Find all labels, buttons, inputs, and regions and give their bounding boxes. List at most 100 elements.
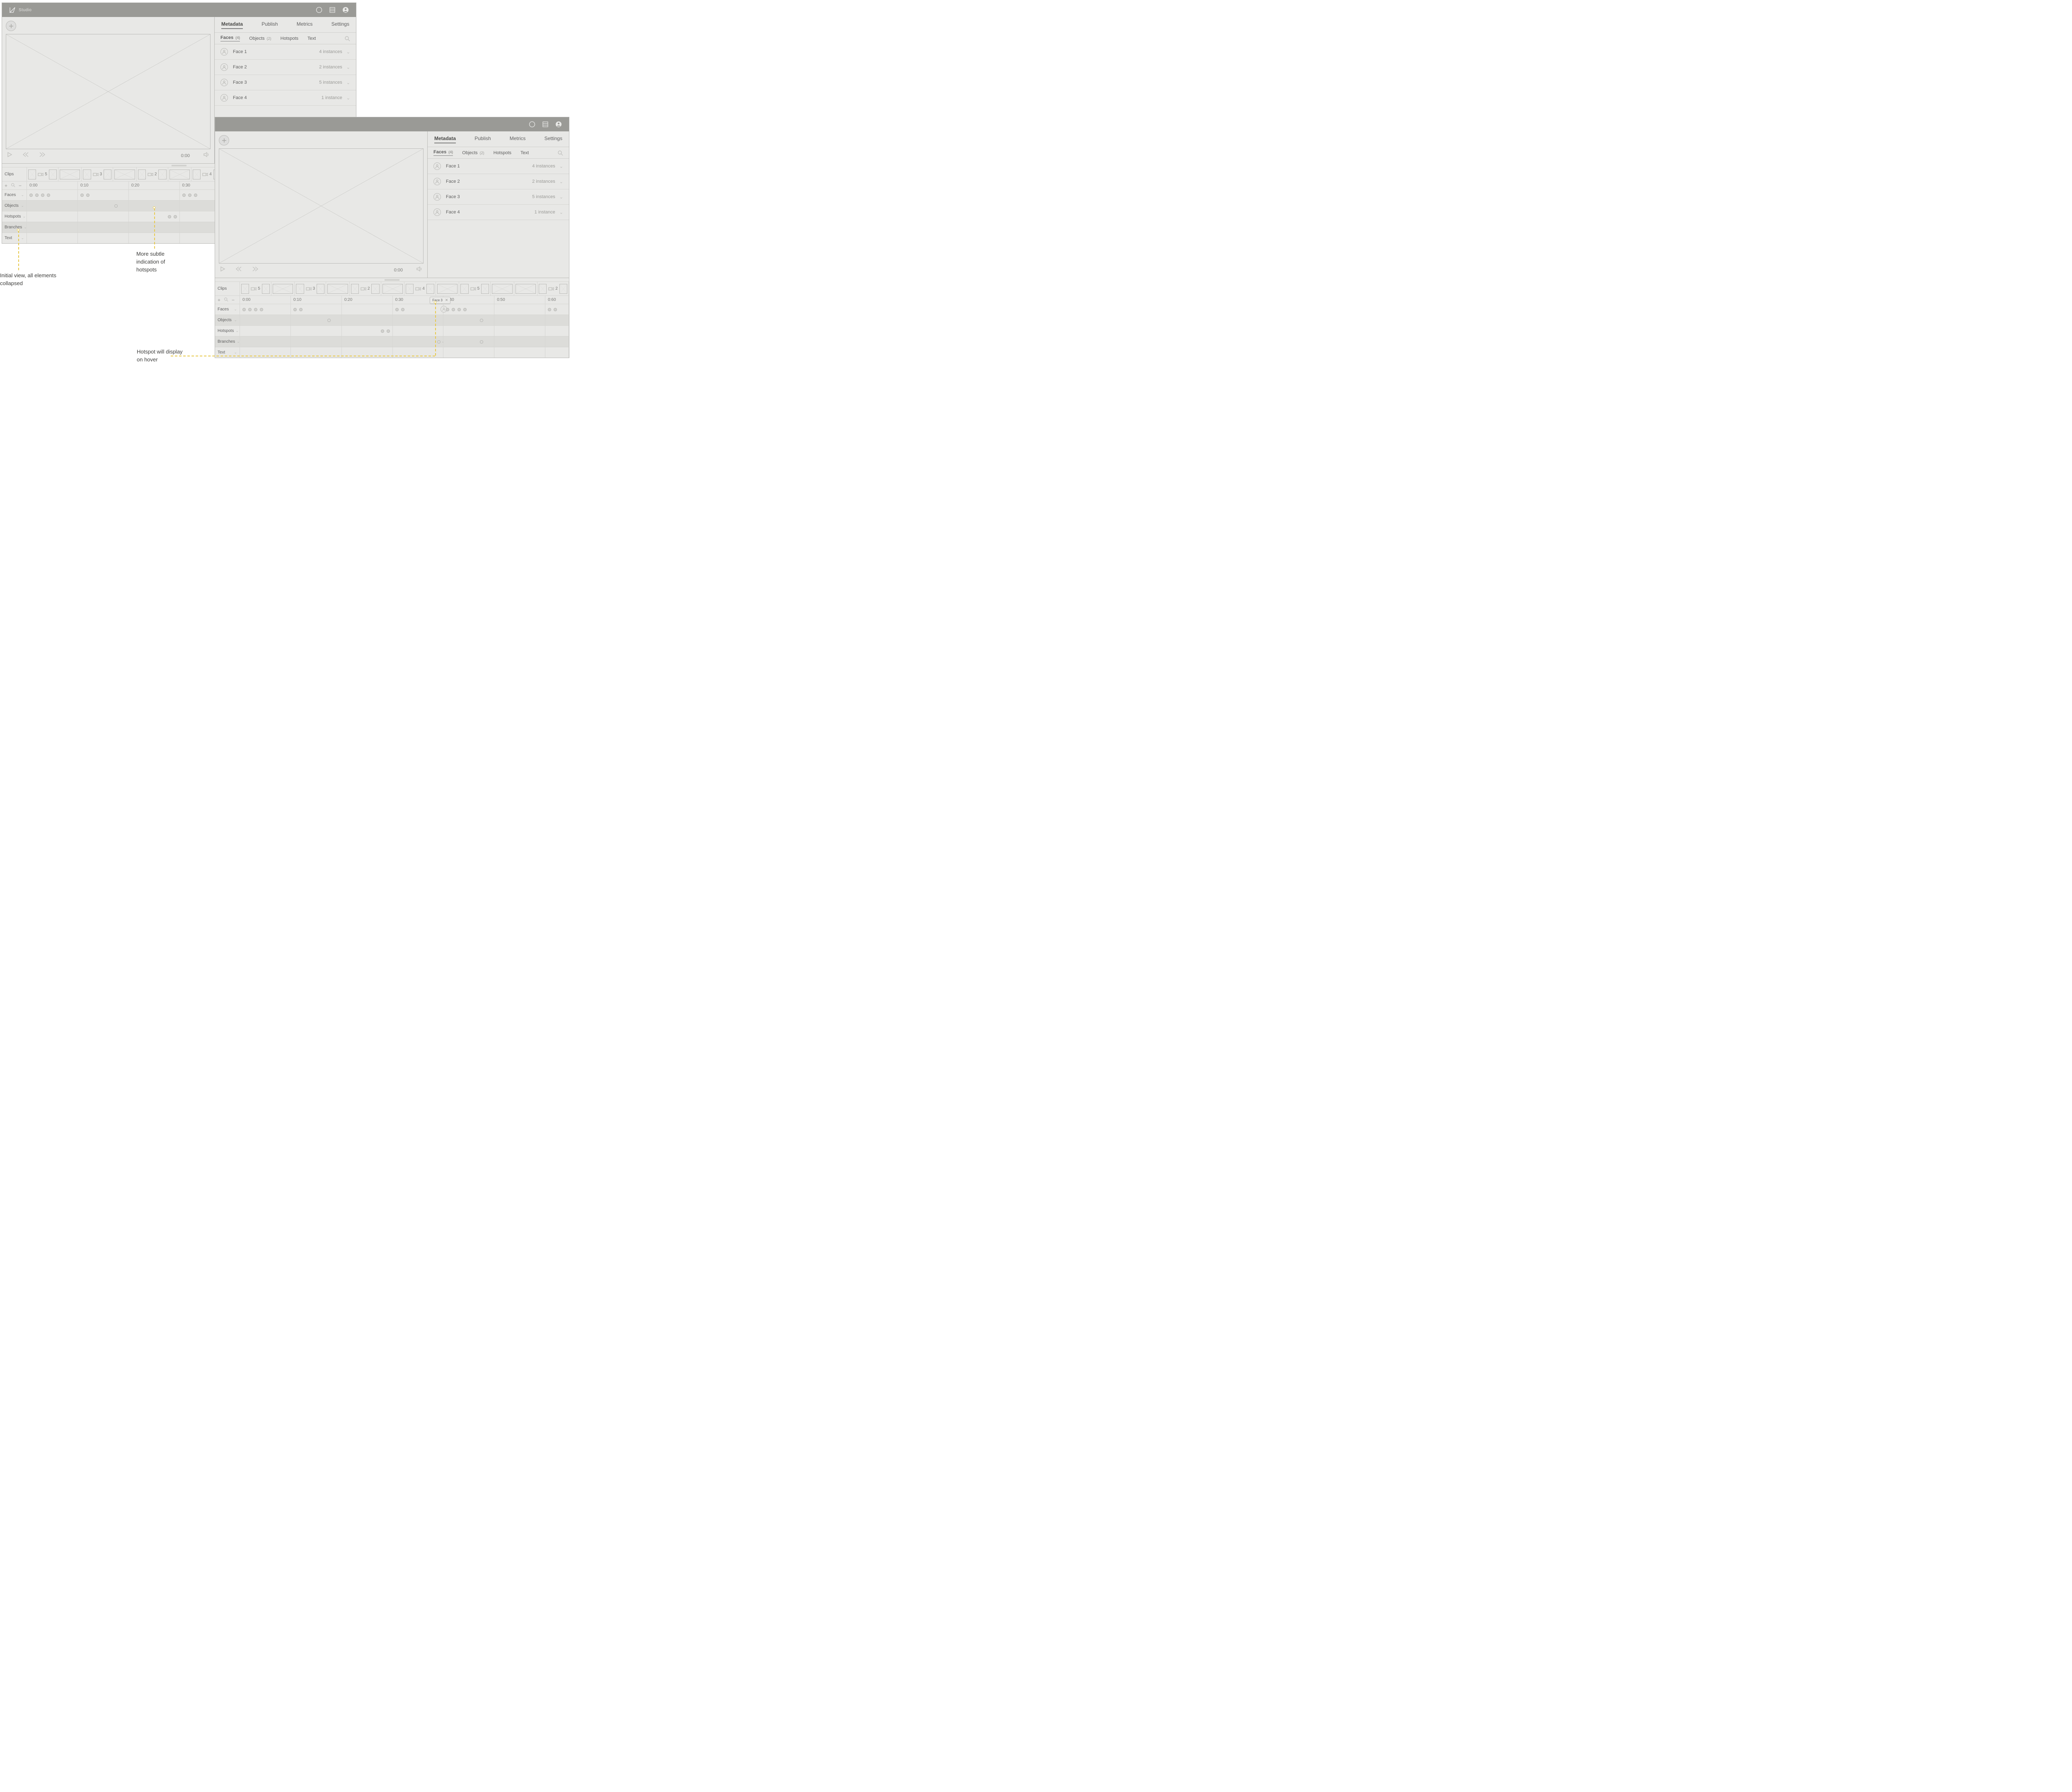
clip-cell[interactable]: 5 bbox=[27, 167, 58, 181]
track-search-icon[interactable] bbox=[224, 297, 228, 303]
remove-track-icon[interactable]: − bbox=[19, 183, 22, 189]
tab-settings[interactable]: Settings bbox=[332, 21, 349, 29]
track-search-icon[interactable] bbox=[11, 183, 15, 189]
clip-cell[interactable]: 2 bbox=[537, 282, 569, 295]
clip-cell[interactable] bbox=[436, 282, 459, 295]
clip-cell[interactable] bbox=[113, 167, 136, 181]
status-dot-icon[interactable] bbox=[528, 121, 536, 128]
track-segment[interactable] bbox=[240, 337, 291, 347]
add-track-icon[interactable]: + bbox=[218, 297, 220, 303]
track-segment[interactable] bbox=[342, 304, 393, 315]
chevron-down-icon[interactable]: ⌄ bbox=[234, 318, 237, 322]
play-icon[interactable] bbox=[220, 266, 225, 274]
chevron-down-icon[interactable]: ⌄ bbox=[559, 164, 563, 169]
clip-cell[interactable]: 5 bbox=[459, 282, 491, 295]
step-fwd-icon[interactable] bbox=[39, 152, 46, 160]
chevron-down-icon[interactable]: ⌄ bbox=[559, 194, 563, 200]
track-segment[interactable] bbox=[494, 315, 545, 325]
track-segment[interactable] bbox=[443, 337, 494, 347]
chevron-down-icon[interactable]: ⌄ bbox=[21, 236, 24, 240]
clip-cell[interactable] bbox=[514, 282, 537, 295]
track-segment[interactable] bbox=[291, 326, 342, 336]
face-row[interactable]: Face 22 instances⌄ bbox=[428, 174, 569, 189]
chevron-down-icon[interactable]: ⌄ bbox=[21, 203, 24, 208]
remove-track-icon[interactable]: − bbox=[232, 297, 235, 303]
tab-settings[interactable]: Settings bbox=[545, 136, 562, 143]
close-icon[interactable]: ✕ bbox=[445, 298, 448, 303]
tab-metrics[interactable]: Metrics bbox=[510, 136, 526, 143]
track-segment[interactable] bbox=[78, 222, 129, 232]
track-segment[interactable] bbox=[27, 190, 78, 200]
track-segment[interactable] bbox=[443, 326, 494, 336]
chevron-down-icon[interactable]: ⌄ bbox=[237, 339, 240, 344]
track-segment[interactable] bbox=[545, 326, 569, 336]
track-segment[interactable] bbox=[78, 211, 129, 222]
track-segment[interactable] bbox=[342, 337, 393, 347]
clip-cell[interactable] bbox=[381, 282, 404, 295]
chevron-down-icon[interactable]: ⌄ bbox=[559, 210, 563, 215]
subtab-objects[interactable]: Objects (2) bbox=[249, 36, 271, 41]
track-segment[interactable] bbox=[342, 315, 393, 325]
chevron-down-icon[interactable]: ⌄ bbox=[346, 49, 350, 55]
tab-metadata[interactable]: Metadata bbox=[434, 136, 456, 143]
chevron-down-icon[interactable]: ⌄ bbox=[346, 65, 350, 70]
play-icon[interactable] bbox=[7, 152, 12, 160]
clip-cell[interactable]: 3 bbox=[82, 167, 113, 181]
track-segment[interactable] bbox=[443, 347, 494, 358]
volume-icon[interactable] bbox=[416, 266, 423, 274]
face-row[interactable]: Face 22 instances⌄ bbox=[215, 60, 356, 75]
clip-cell[interactable]: 4 bbox=[404, 282, 436, 295]
track-segment[interactable] bbox=[27, 201, 78, 211]
track-segment[interactable] bbox=[545, 337, 569, 347]
subtab-hotspots[interactable]: Hotspots bbox=[281, 36, 298, 41]
clip-cell[interactable] bbox=[491, 282, 514, 295]
clip-cell[interactable]: 5 bbox=[240, 282, 271, 295]
tab-metadata[interactable]: Metadata bbox=[221, 21, 243, 29]
layout-icon[interactable] bbox=[329, 6, 336, 14]
face-row[interactable]: Face 14 instances⌄ bbox=[428, 159, 569, 174]
volume-icon[interactable] bbox=[203, 152, 210, 160]
chevron-down-icon[interactable]: ⌄ bbox=[235, 329, 239, 333]
track-segment[interactable] bbox=[291, 337, 342, 347]
clip-cell[interactable]: 2 bbox=[137, 167, 168, 181]
search-icon[interactable] bbox=[557, 150, 563, 156]
clip-cell[interactable]: 2 bbox=[350, 282, 381, 295]
track-segment[interactable] bbox=[129, 190, 180, 200]
user-avatar-icon[interactable] bbox=[555, 121, 562, 128]
track-segment[interactable] bbox=[342, 326, 393, 336]
track-segment[interactable] bbox=[78, 201, 129, 211]
chevron-down-icon[interactable]: ⌄ bbox=[234, 307, 237, 312]
step-back-icon[interactable] bbox=[22, 152, 29, 160]
clip-cell[interactable] bbox=[58, 167, 82, 181]
chevron-down-icon[interactable]: ⌄ bbox=[21, 193, 24, 197]
track-segment[interactable] bbox=[27, 222, 78, 232]
chevron-down-icon[interactable]: ⌄ bbox=[234, 350, 237, 355]
chevron-down-icon[interactable]: ⌄ bbox=[24, 225, 27, 230]
tab-metrics[interactable]: Metrics bbox=[297, 21, 313, 29]
clip-cell[interactable] bbox=[326, 282, 349, 295]
face-row[interactable]: Face 35 instances⌄ bbox=[215, 75, 356, 90]
face-row[interactable]: Face 35 instances⌄ bbox=[428, 189, 569, 205]
add-button[interactable] bbox=[6, 21, 16, 31]
track-segment[interactable] bbox=[443, 304, 494, 315]
track-segment[interactable] bbox=[27, 211, 78, 222]
subtab-text[interactable]: Text bbox=[307, 36, 316, 41]
add-track-icon[interactable]: + bbox=[5, 183, 7, 189]
track-segment[interactable] bbox=[545, 347, 569, 358]
clip-cell[interactable]: 3 bbox=[295, 282, 326, 295]
chevron-down-icon[interactable]: ⌄ bbox=[346, 80, 350, 85]
subtab-faces[interactable]: Faces (4) bbox=[433, 150, 453, 156]
track-segment[interactable] bbox=[494, 337, 545, 347]
chevron-down-icon[interactable]: ⌄ bbox=[22, 214, 26, 219]
layout-icon[interactable] bbox=[542, 121, 549, 128]
tab-publish[interactable]: Publish bbox=[474, 136, 491, 143]
clip-cell[interactable] bbox=[168, 167, 191, 181]
status-dot-icon[interactable] bbox=[315, 6, 323, 14]
face-hover-tooltip[interactable]: Face 3✕ bbox=[430, 297, 450, 304]
subtab-objects[interactable]: Objects (2) bbox=[462, 150, 484, 155]
subtab-faces[interactable]: Faces (4) bbox=[220, 35, 240, 41]
track-segment[interactable] bbox=[240, 304, 291, 315]
track-segment[interactable] bbox=[494, 347, 545, 358]
track-segment[interactable] bbox=[494, 326, 545, 336]
track-segment[interactable] bbox=[291, 304, 342, 315]
